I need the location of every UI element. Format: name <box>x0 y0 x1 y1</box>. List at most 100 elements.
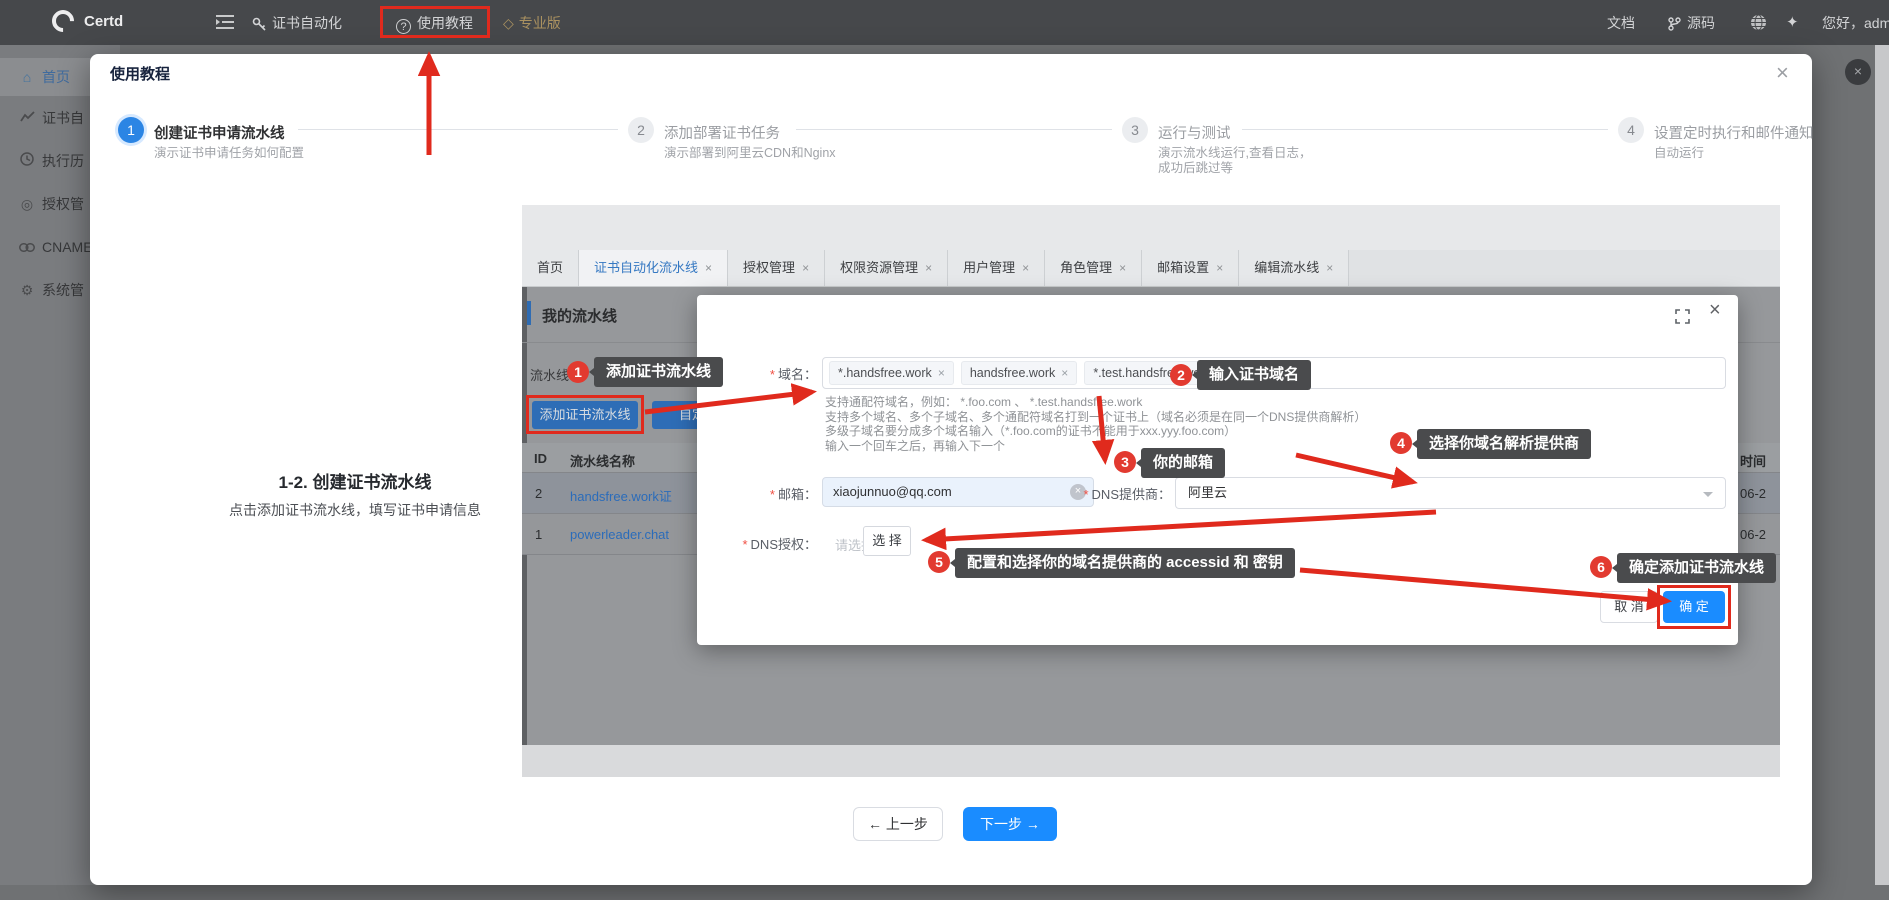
confirm-button[interactable]: 确 定 <box>1663 591 1725 623</box>
step-desc-1: 演示证书申请任务如何配置 <box>154 146 324 161</box>
step-badge-3: 3 <box>1114 451 1136 473</box>
tab-bar: 首页 证书自动化流水线× 授权管理× 权限资源管理× 用户管理× 角色管理× 邮… <box>522 250 1780 287</box>
step-desc-3: 演示流水线运行,查看日志，成功后跳过等 <box>1158 146 1323 176</box>
greeting-label: 您好，admin <box>1822 15 1889 31</box>
sparkles-icon: ✦ <box>1786 14 1799 31</box>
nav-item-label: 使用教程 <box>417 15 473 31</box>
fullscreen-icon[interactable] <box>1675 309 1690 324</box>
tab-label: 证书自动化流水线 <box>594 250 698 286</box>
step-badge-5: 5 <box>928 551 950 573</box>
dns-provider-select[interactable]: 阿里云 <box>1175 477 1726 509</box>
tab-close-icon[interactable]: × <box>1119 250 1126 286</box>
sidebar-item-label: 首页 <box>42 58 70 96</box>
tooltip-1: 添加证书流水线 <box>594 357 723 387</box>
step-title-3: 运行与测试 <box>1158 122 1231 143</box>
tooltip-3: 你的邮箱 <box>1141 448 1225 478</box>
dns-provider-label: *DNS提供商： <box>1049 484 1171 503</box>
tab-cert-pipeline[interactable]: 证书自动化流水线× <box>579 250 728 286</box>
help-line: 输入一个回车之后，再输入下一个 <box>825 439 1366 454</box>
logo-text: Certd <box>84 13 123 30</box>
help-line: 多级子域名要分成多个域名输入（*.foo.com的证书不能用于xxx.yyy.f… <box>825 424 1366 439</box>
tab-email-settings[interactable]: 邮箱设置× <box>1142 250 1239 286</box>
sidebar-collapse-button[interactable] <box>216 15 234 32</box>
tab-close-icon[interactable]: × <box>925 250 932 286</box>
globe-icon <box>1750 14 1767 31</box>
tab-edit-pipeline[interactable]: 编辑流水线× <box>1239 250 1349 286</box>
cell-id: 2 <box>535 486 542 501</box>
language-globe-button[interactable] <box>1750 14 1767 34</box>
next-step-button[interactable]: 下一步 → <box>963 807 1057 841</box>
tab-authorization[interactable]: 授权管理× <box>728 250 825 286</box>
close-all-tabs-button[interactable]: × <box>1845 59 1871 85</box>
step-title-2: 添加部署证书任务 <box>664 122 780 143</box>
tag-remove-icon[interactable]: × <box>1061 366 1068 380</box>
dns-auth-choose-button[interactable]: 选 择 <box>863 526 911 556</box>
sidebar-item-label: CNAME <box>42 228 93 266</box>
sidebar-item-label: 系统管 <box>42 271 84 309</box>
sidebar-item-label: 证书自 <box>42 99 84 137</box>
user-greeting[interactable]: 您好，admin <box>1822 13 1889 33</box>
tab-permission[interactable]: 权限资源管理× <box>825 250 948 286</box>
dns-auth-label: *DNS授权： <box>715 534 817 553</box>
page-scrollbar[interactable] <box>1875 45 1889 885</box>
tab-close-icon[interactable]: × <box>1326 250 1333 286</box>
diamond-icon: ◇ <box>503 15 514 31</box>
nav-item-cert-automation[interactable]: 证书自动化 <box>252 13 342 33</box>
step-connector <box>1242 129 1608 130</box>
theme-toggle-button[interactable]: ✦ <box>1786 13 1799 31</box>
step-indicator-3: 3 <box>1122 117 1148 143</box>
domain-field-label: *域名： <box>725 364 817 383</box>
pipeline-link[interactable]: powerleader.chat <box>570 527 669 542</box>
nav-item-docs[interactable]: 文档 <box>1607 13 1635 33</box>
key-icon <box>252 17 266 31</box>
tab-roles[interactable]: 角色管理× <box>1045 250 1142 286</box>
cancel-button[interactable]: 取 消 <box>1600 591 1658 623</box>
nav-item-tutorial[interactable]: ?使用教程 <box>396 13 473 34</box>
nav-item-label: 专业版 <box>519 15 561 31</box>
screenshot-footer-strip <box>522 745 1780 777</box>
nav-item-pro-version[interactable]: ◇ 专业版 <box>503 13 561 33</box>
step-badge-1: 1 <box>567 361 589 383</box>
tag-remove-icon[interactable]: × <box>938 366 945 380</box>
gear-icon: ⚙ <box>17 271 37 309</box>
embedded-screenshot: 首页 证书自动化流水线× 授权管理× 权限资源管理× 用户管理× 角色管理× 邮… <box>522 205 1780 777</box>
sidebar-item-label: 授权管 <box>42 185 84 223</box>
col-name: 流水线名称 <box>570 451 635 470</box>
target-icon: ◎ <box>17 185 37 223</box>
step-indicator-2: 2 <box>628 117 654 143</box>
step-indicator-4: 4 <box>1618 117 1644 143</box>
prev-step-button[interactable]: ← 上一步 <box>853 807 943 841</box>
home-icon: ⌂ <box>17 58 37 96</box>
domain-tag: handsfree.work× <box>961 361 1077 385</box>
panel-title: 我的流水线 <box>542 305 617 326</box>
pipeline-link[interactable]: handsfree.work证 <box>570 486 672 505</box>
tab-close-icon[interactable]: × <box>1216 250 1223 286</box>
nav-item-label: 证书自动化 <box>272 15 342 31</box>
email-field-label: *邮箱： <box>725 484 817 503</box>
dialog-close-icon[interactable]: × <box>1709 299 1721 322</box>
tooltip-2: 输入证书域名 <box>1197 360 1311 390</box>
help-line: 支持通配符域名，例如： *.foo.com 、 *.test.handsfree… <box>825 395 1366 410</box>
col-id: ID <box>534 451 547 466</box>
nav-item-source[interactable]: 源码 <box>1668 13 1715 33</box>
chevron-down-icon <box>1703 492 1713 497</box>
step-title-4: 设置定时执行和邮件通知 <box>1654 122 1814 143</box>
top-navbar: Certd 证书自动化 ?使用教程 ◇ 专业版 文档 <box>0 0 1889 45</box>
source-label: 源码 <box>1687 15 1715 31</box>
domain-help-text: 支持通配符域名，例如： *.foo.com 、 *.test.handsfree… <box>825 395 1366 453</box>
cell-time: 06-2 <box>1740 486 1766 501</box>
tab-close-icon[interactable]: × <box>705 250 712 286</box>
tab-users[interactable]: 用户管理× <box>948 250 1045 286</box>
certd-logo-icon <box>47 5 78 36</box>
step-connector <box>298 129 618 130</box>
cell-id: 1 <box>535 527 542 542</box>
tab-close-icon[interactable]: × <box>1022 250 1029 286</box>
tab-label: 首页 <box>537 250 563 286</box>
tab-home[interactable]: 首页 <box>522 250 579 286</box>
add-pipeline-button[interactable]: 添加证书流水线 <box>532 401 638 429</box>
modal-close-icon[interactable]: × <box>1776 60 1789 86</box>
tab-close-icon[interactable]: × <box>802 250 809 286</box>
email-value: xiaojunnuo@qq.com <box>833 484 952 499</box>
required-mark: * <box>770 367 775 382</box>
tooltip-5: 配置和选择你的域名提供商的 accessid 和 密钥 <box>955 548 1295 578</box>
